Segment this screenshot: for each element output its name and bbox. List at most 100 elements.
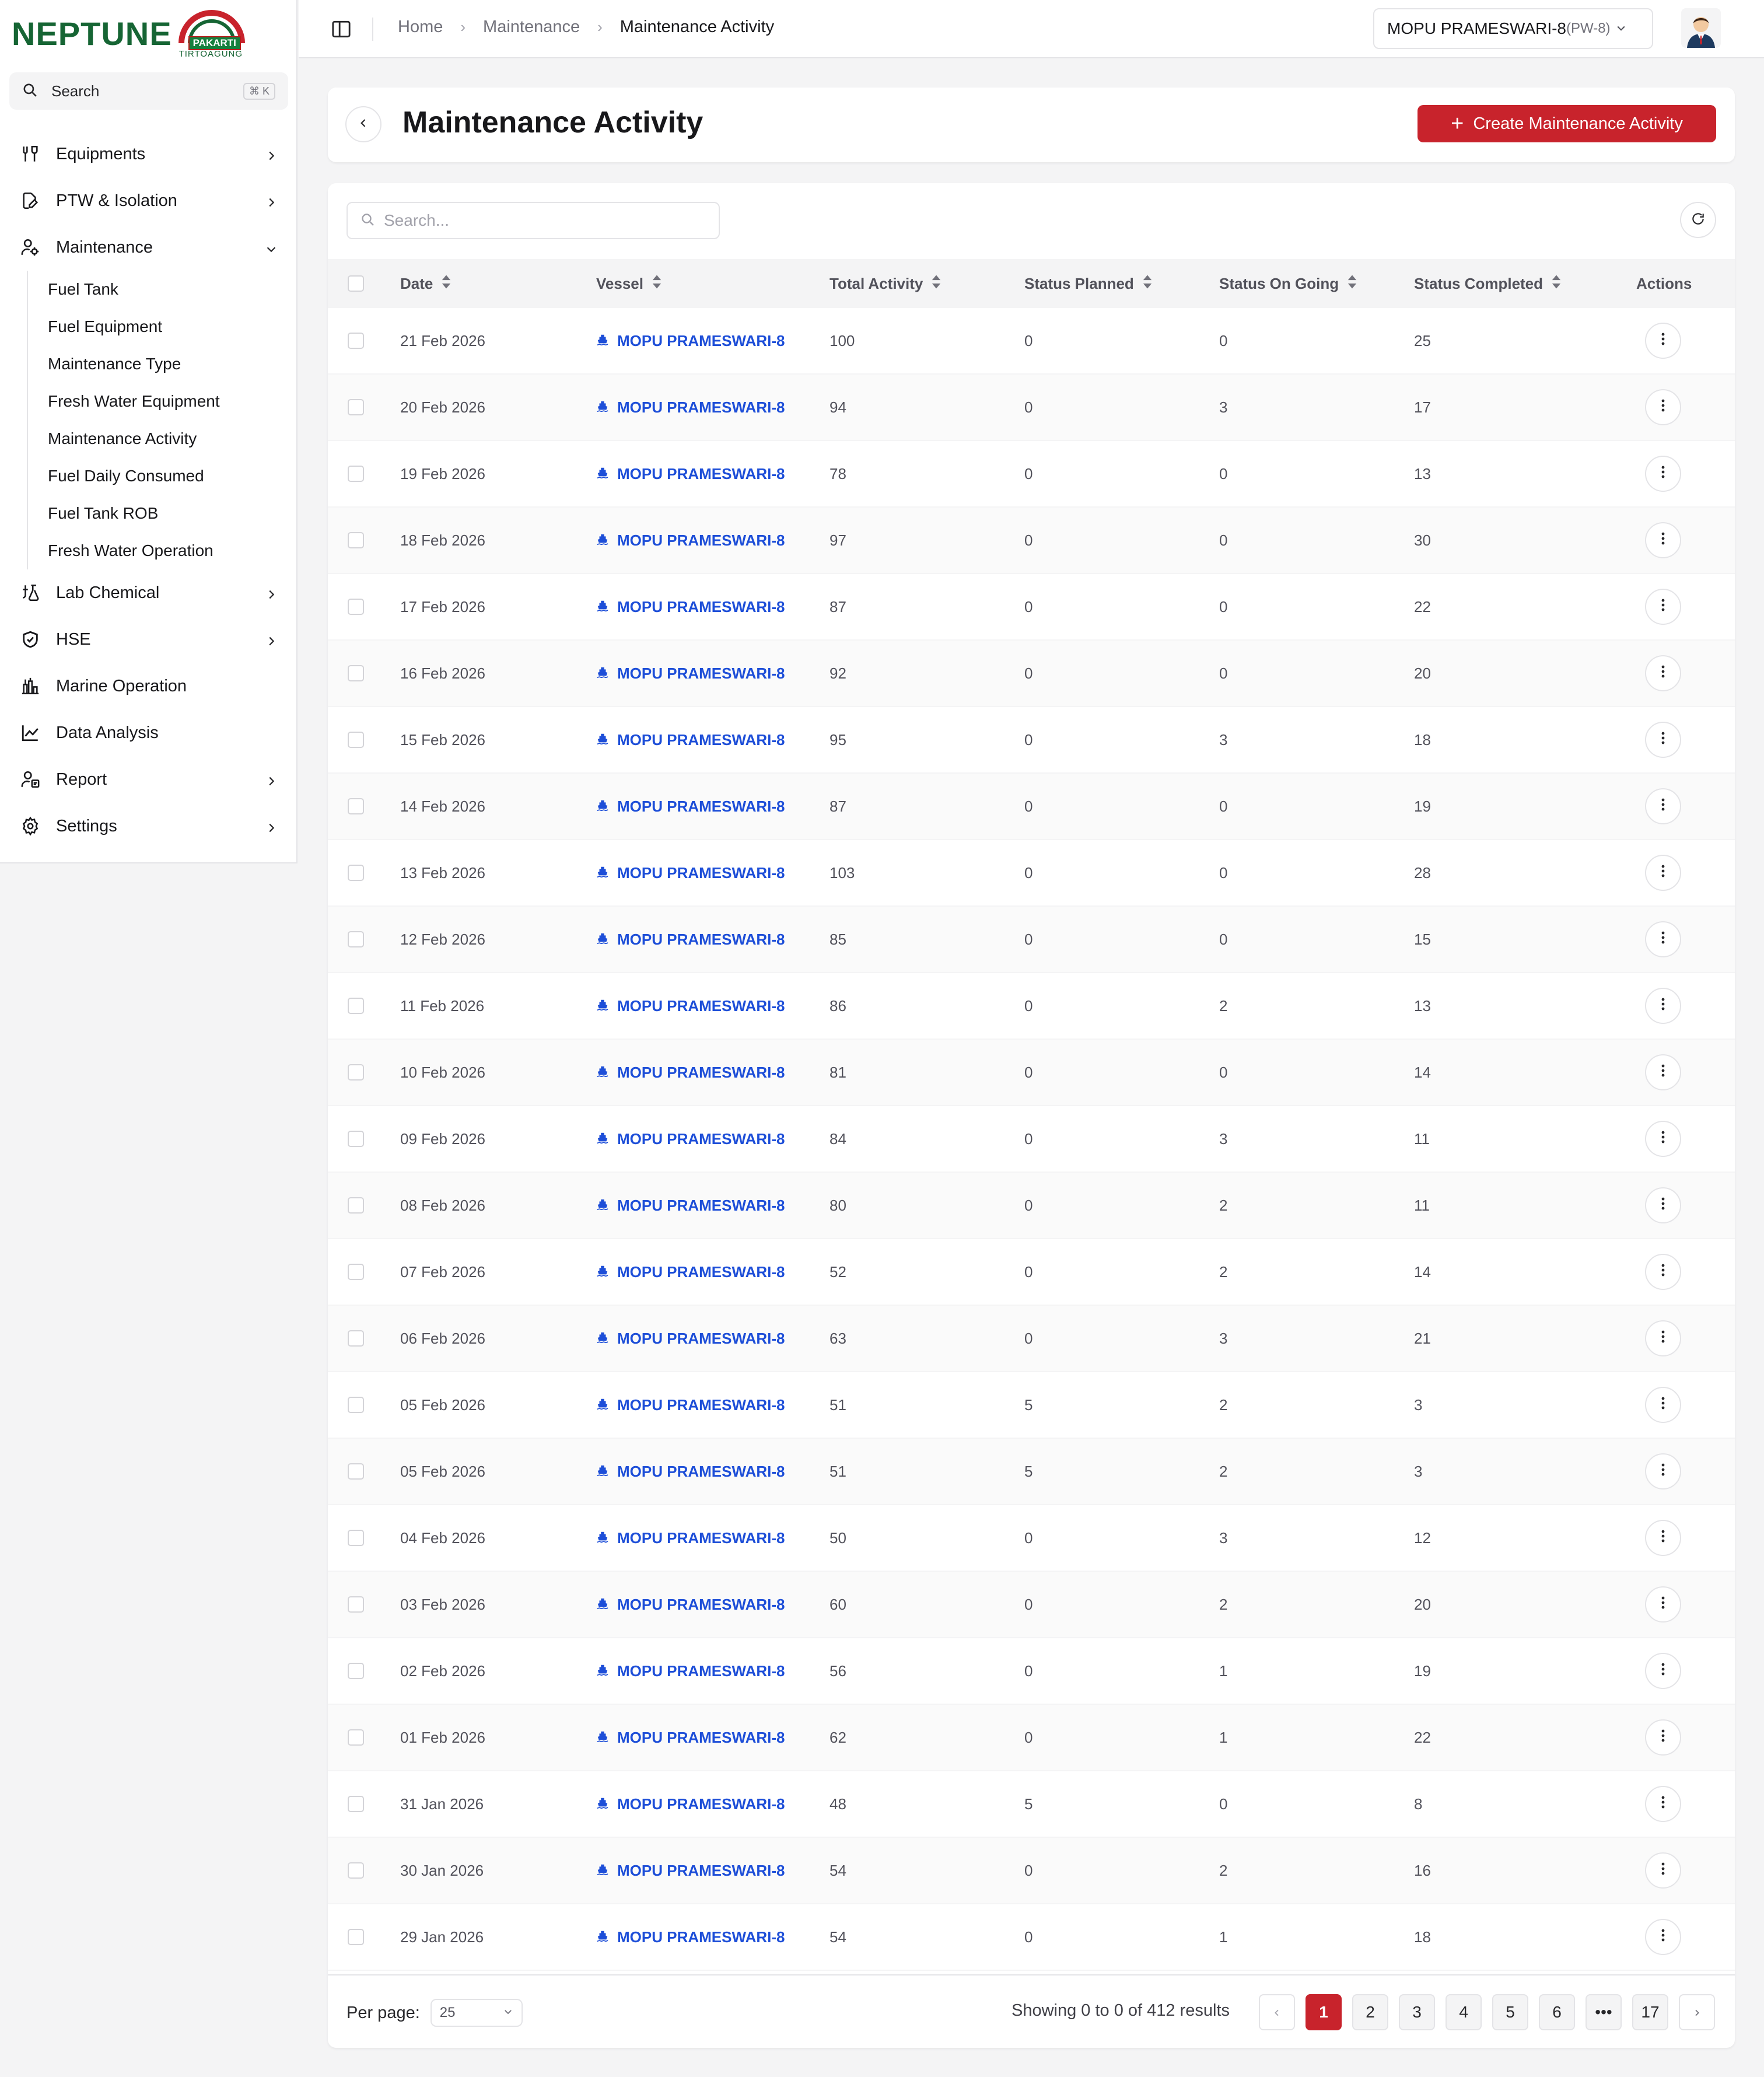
table-row[interactable]: 21 Feb 2026 MOPU PRAMESWARI-8 100 0 0 25 (328, 308, 1735, 375)
table-row[interactable]: 17 Feb 2026 MOPU PRAMESWARI-8 87 0 0 22 (328, 574, 1735, 641)
page-button[interactable]: 6 (1539, 1994, 1575, 2030)
table-row[interactable]: 14 Feb 2026 MOPU PRAMESWARI-8 87 0 0 19 (328, 774, 1735, 840)
col-vessel[interactable]: Vessel (596, 259, 662, 308)
table-search[interactable] (346, 202, 720, 239)
table-row[interactable]: 20 Feb 2026 MOPU PRAMESWARI-8 94 0 3 17 (328, 375, 1735, 441)
vessel-link[interactable]: MOPU PRAMESWARI-8 (596, 1572, 785, 1637)
row-checkbox[interactable] (348, 574, 364, 639)
row-checkbox[interactable] (348, 441, 364, 506)
sidebar-subitem-fresh-water-operation[interactable]: Fresh Water Operation (28, 532, 298, 569)
sidebar-item-ptw-isolation[interactable]: PTW & Isolation (0, 177, 298, 224)
actions-menu-button[interactable] (1645, 988, 1681, 1024)
page-button[interactable]: 2 (1352, 1994, 1388, 2030)
actions-menu-button[interactable] (1645, 1453, 1681, 1489)
vessel-link[interactable]: MOPU PRAMESWARI-8 (596, 774, 785, 839)
vessel-link[interactable]: MOPU PRAMESWARI-8 (596, 840, 785, 905)
table-row[interactable]: 02 Feb 2026 MOPU PRAMESWARI-8 56 0 1 19 (328, 1638, 1735, 1705)
vessel-link[interactable]: MOPU PRAMESWARI-8 (596, 1904, 785, 1970)
page-button[interactable]: 4 (1446, 1994, 1482, 2030)
vessel-selector[interactable]: MOPU PRAMESWARI-8 (PW-8) (1373, 8, 1653, 49)
back-button[interactable] (345, 106, 382, 142)
sidebar-item-hse[interactable]: HSE (0, 616, 298, 663)
col-status-completed[interactable]: Status Completed (1414, 259, 1562, 308)
row-checkbox[interactable] (348, 1771, 364, 1837)
page-button[interactable]: ••• (1586, 1994, 1622, 2030)
row-checkbox[interactable] (348, 1572, 364, 1637)
actions-menu-button[interactable] (1645, 1254, 1681, 1290)
actions-menu-button[interactable] (1645, 589, 1681, 625)
vessel-link[interactable]: MOPU PRAMESWARI-8 (596, 574, 785, 639)
table-row[interactable]: 08 Feb 2026 MOPU PRAMESWARI-8 80 0 2 11 (328, 1173, 1735, 1239)
page-button[interactable]: 5 (1492, 1994, 1528, 2030)
sidebar-subitem-fresh-water-equipment[interactable]: Fresh Water Equipment (28, 383, 298, 420)
col-status-planned[interactable]: Status Planned (1024, 259, 1153, 308)
actions-menu-button[interactable] (1645, 389, 1681, 425)
col-date[interactable]: Date (400, 259, 452, 308)
vessel-link[interactable]: MOPU PRAMESWARI-8 (596, 1106, 785, 1172)
vessel-link[interactable]: MOPU PRAMESWARI-8 (596, 1439, 785, 1504)
actions-menu-button[interactable] (1645, 323, 1681, 359)
vessel-link[interactable]: MOPU PRAMESWARI-8 (596, 1505, 785, 1571)
vessel-link[interactable]: MOPU PRAMESWARI-8 (596, 707, 785, 772)
next-page-button[interactable] (1679, 1994, 1715, 2030)
app-logo[interactable]: NEPTUNE PAKARTI TIRTOAGUNG (12, 8, 246, 59)
actions-menu-button[interactable] (1645, 456, 1681, 492)
table-row[interactable]: 31 Jan 2026 MOPU PRAMESWARI-8 48 5 0 8 (328, 1771, 1735, 1838)
row-checkbox[interactable] (348, 707, 364, 772)
refresh-button[interactable] (1680, 202, 1716, 238)
sidebar-subitem-fuel-tank-rob[interactable]: Fuel Tank ROB (28, 495, 298, 532)
breadcrumb-home[interactable]: Home (398, 18, 443, 37)
vessel-link[interactable]: MOPU PRAMESWARI-8 (596, 1838, 785, 1903)
row-checkbox[interactable] (348, 641, 364, 706)
actions-menu-button[interactable] (1645, 1387, 1681, 1423)
row-checkbox[interactable] (348, 1173, 364, 1238)
sidebar-subitem-fuel-equipment[interactable]: Fuel Equipment (28, 308, 298, 345)
vessel-link[interactable]: MOPU PRAMESWARI-8 (596, 1239, 785, 1305)
vessel-link[interactable]: MOPU PRAMESWARI-8 (596, 1173, 785, 1238)
row-checkbox[interactable] (348, 375, 364, 440)
avatar[interactable] (1681, 8, 1721, 48)
vessel-link[interactable]: MOPU PRAMESWARI-8 (596, 1638, 785, 1704)
vessel-link[interactable]: MOPU PRAMESWARI-8 (596, 641, 785, 706)
sidebar-toggle-icon[interactable] (331, 20, 351, 41)
vessel-link[interactable]: MOPU PRAMESWARI-8 (596, 1040, 785, 1105)
actions-menu-button[interactable] (1645, 1786, 1681, 1822)
vessel-link[interactable]: MOPU PRAMESWARI-8 (596, 973, 785, 1038)
table-row[interactable]: 11 Feb 2026 MOPU PRAMESWARI-8 86 0 2 13 (328, 973, 1735, 1040)
row-checkbox[interactable] (348, 508, 364, 573)
table-row[interactable]: 10 Feb 2026 MOPU PRAMESWARI-8 81 0 0 14 (328, 1040, 1735, 1106)
sidebar-search[interactable]: Search ⌘ K (9, 72, 288, 110)
vessel-link[interactable]: MOPU PRAMESWARI-8 (596, 375, 785, 440)
sidebar-item-maintenance[interactable]: Maintenance (0, 224, 298, 271)
row-checkbox[interactable] (348, 907, 364, 972)
row-checkbox[interactable] (348, 1705, 364, 1770)
row-checkbox[interactable] (348, 973, 364, 1038)
table-row[interactable]: 06 Feb 2026 MOPU PRAMESWARI-8 63 0 3 21 (328, 1306, 1735, 1372)
table-row[interactable]: 01 Feb 2026 MOPU PRAMESWARI-8 62 0 1 22 (328, 1705, 1735, 1771)
sidebar-subitem-maintenance-activity[interactable]: Maintenance Activity (28, 420, 298, 457)
table-row[interactable]: 29 Jan 2026 MOPU PRAMESWARI-8 54 0 1 18 (328, 1904, 1735, 1971)
page-button[interactable]: 17 (1632, 1994, 1668, 2030)
vessel-link[interactable]: MOPU PRAMESWARI-8 (596, 441, 785, 506)
row-checkbox[interactable] (348, 1306, 364, 1371)
actions-menu-button[interactable] (1645, 1520, 1681, 1556)
row-checkbox[interactable] (348, 1439, 364, 1504)
actions-menu-button[interactable] (1645, 1919, 1681, 1955)
row-checkbox[interactable] (348, 308, 364, 373)
actions-menu-button[interactable] (1645, 1187, 1681, 1223)
prev-page-button[interactable] (1259, 1994, 1295, 2030)
row-checkbox[interactable] (348, 1239, 364, 1305)
vessel-link[interactable]: MOPU PRAMESWARI-8 (596, 508, 785, 573)
sidebar-subitem-maintenance-type[interactable]: Maintenance Type (28, 345, 298, 383)
table-row[interactable]: 18 Feb 2026 MOPU PRAMESWARI-8 97 0 0 30 (328, 508, 1735, 574)
col-status-on-going[interactable]: Status On Going (1219, 259, 1357, 308)
row-checkbox[interactable] (348, 1638, 364, 1704)
actions-menu-button[interactable] (1645, 522, 1681, 558)
vessel-link[interactable]: MOPU PRAMESWARI-8 (596, 1771, 785, 1837)
table-search-input[interactable] (384, 211, 706, 230)
actions-menu-button[interactable] (1645, 1320, 1681, 1356)
actions-menu-button[interactable] (1645, 1653, 1681, 1689)
table-row[interactable]: 16 Feb 2026 MOPU PRAMESWARI-8 92 0 0 20 (328, 641, 1735, 707)
sidebar-item-lab-chemical[interactable]: Lab Chemical (0, 569, 298, 616)
table-row[interactable]: 19 Feb 2026 MOPU PRAMESWARI-8 78 0 0 13 (328, 441, 1735, 508)
